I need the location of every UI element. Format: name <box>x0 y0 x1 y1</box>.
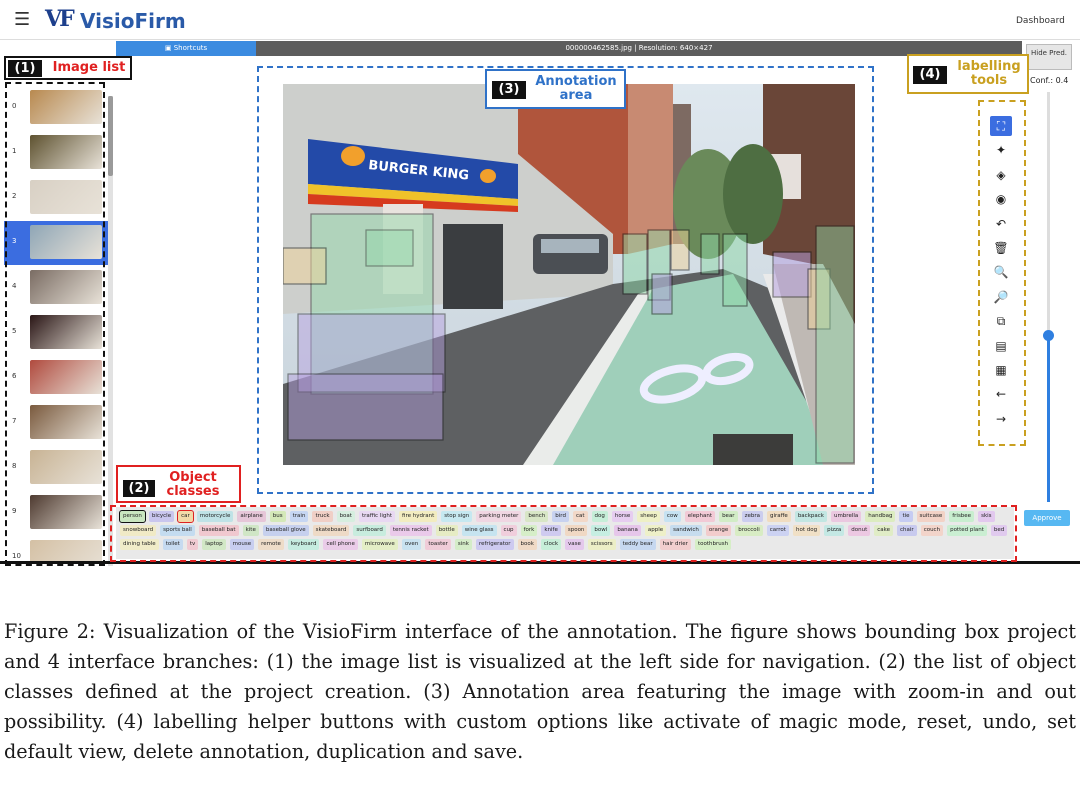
callout-2-number: (2) <box>123 480 155 497</box>
callout-1-text: Image list <box>52 60 126 75</box>
callout-3-text: Annotation area <box>535 74 617 103</box>
callout-1: (1) Image list <box>4 56 132 80</box>
callout-4-text: labelling tools <box>957 59 1021 88</box>
labelling-tools-outline <box>978 100 1026 446</box>
figure-caption: Figure 2: Visualization of the VisioFirm… <box>4 620 1076 763</box>
callout-2: (2) Object classes <box>116 465 241 503</box>
callout-4: (4) labelling tools <box>907 54 1029 94</box>
confidence-slider-knob[interactable] <box>1043 330 1054 341</box>
callout-2-text: Object classes <box>166 470 220 499</box>
ui-screenshot: ☰ VF VisioFirm Dashboard ▣ Shortcuts 000… <box>0 0 1080 566</box>
shortcuts-label: Shortcuts <box>173 44 208 52</box>
shortcuts-tab[interactable]: ▣ Shortcuts <box>116 41 256 56</box>
hamburger-icon[interactable]: ☰ <box>14 9 30 30</box>
scrollbar-thumb[interactable] <box>108 96 113 176</box>
image-list-outline <box>5 82 105 566</box>
divider <box>0 39 1080 40</box>
callout-3-number: (3) <box>492 81 526 99</box>
callout-4-number: (4) <box>913 66 947 84</box>
app-name: VisioFirm <box>80 9 186 33</box>
dashboard-link[interactable]: Dashboard <box>1016 16 1065 26</box>
annotation-area-outline <box>257 66 874 494</box>
top-bar: ☰ VF VisioFirm Dashboard <box>0 0 1080 40</box>
app-logo: VF <box>45 6 75 32</box>
approve-button[interactable]: Approve <box>1024 510 1070 526</box>
confidence-slider-fill <box>1047 336 1050 502</box>
hide-pred-button[interactable]: Hide Pred. <box>1026 44 1072 70</box>
confidence-label: Conf.: 0.4 <box>1030 76 1069 85</box>
callout-3: (3) Annotation area <box>485 69 626 109</box>
callout-1-number: (1) <box>8 60 42 77</box>
object-classes-outline <box>110 505 1017 562</box>
